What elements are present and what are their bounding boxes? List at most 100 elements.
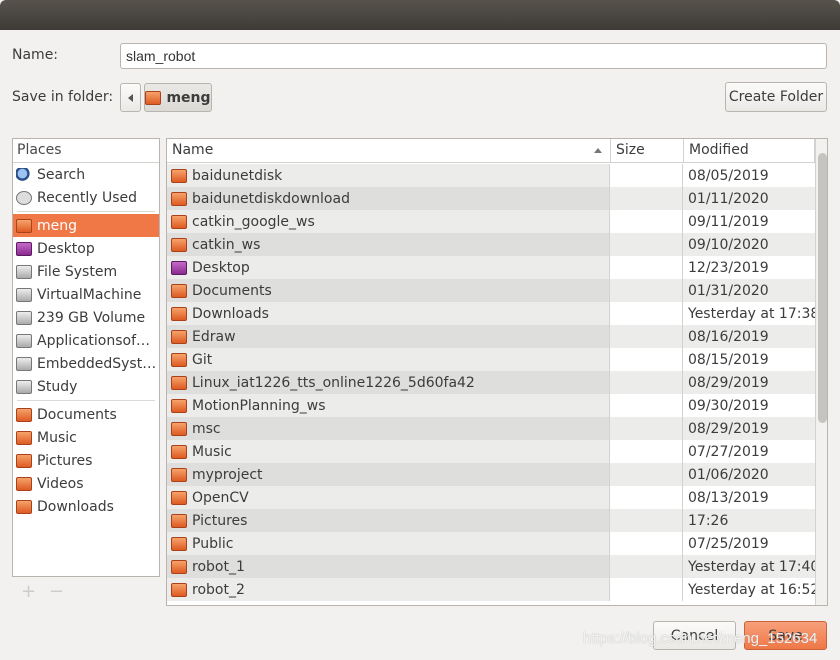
file-row[interactable]: Pictures 17:26 [167, 509, 815, 532]
file-size-cell [610, 187, 683, 210]
file-size-cell [610, 164, 683, 187]
places-item[interactable]: EmbeddedSyst… [13, 352, 159, 375]
downloads-folder-icon [16, 499, 32, 514]
path-back-button[interactable] [120, 83, 141, 112]
file-modified-cell: 09/30/2019 [683, 394, 815, 417]
path-crumb-meng[interactable]: meng [144, 83, 212, 112]
file-name: Edraw [192, 328, 236, 345]
chevron-left-icon [128, 93, 133, 102]
documents-folder-icon [16, 407, 32, 422]
file-name: Git [192, 351, 213, 368]
file-row[interactable]: msc 08/29/2019 [167, 417, 815, 440]
file-size-cell [610, 440, 683, 463]
file-row[interactable]: MotionPlanning_ws 09/30/2019 [167, 394, 815, 417]
column-header-modified[interactable]: Modified [684, 139, 815, 163]
places-item-label: VirtualMachine [37, 286, 142, 303]
folder-icon [171, 191, 187, 206]
file-size-cell [610, 532, 683, 555]
folder-icon [171, 214, 187, 229]
file-row[interactable]: Documents 01/31/2020 [167, 279, 815, 302]
file-modified-cell: 09/11/2019 [683, 210, 815, 233]
places-item[interactable]: Pictures [13, 449, 159, 472]
file-name: robot_2 [192, 581, 245, 598]
file-row[interactable]: Downloads Yesterday at 17:38 [167, 302, 819, 325]
places-item-label: Recently Used [37, 189, 138, 206]
places-item-label: Pictures [37, 452, 93, 469]
file-modified-cell: 08/05/2019 [683, 164, 815, 187]
folder-icon [171, 582, 187, 597]
file-name-cell: Git [167, 348, 610, 371]
file-modified-cell: 09/10/2020 [683, 233, 815, 256]
places-item[interactable]: Music [13, 426, 159, 449]
places-item-label: Videos [37, 475, 84, 492]
file-size-cell [610, 279, 683, 302]
places-item[interactable]: Search [13, 163, 159, 186]
places-item[interactable]: Desktop [13, 237, 159, 260]
file-size-cell [610, 578, 683, 601]
places-item[interactable]: File System [13, 260, 159, 283]
name-input[interactable] [120, 43, 827, 69]
column-header-name[interactable]: Name [167, 139, 611, 163]
file-row[interactable]: catkin_google_ws 09/11/2019 [167, 210, 815, 233]
create-folder-button[interactable]: Create Folder [725, 82, 827, 112]
file-name-cell: Documents [167, 279, 610, 302]
file-modified-cell: Yesterday at 16:52 [683, 578, 819, 601]
folder-icon [171, 375, 187, 390]
file-row[interactable]: catkin_ws 09/10/2020 [167, 233, 815, 256]
add-bookmark-button[interactable]: + [21, 581, 36, 602]
places-item[interactable]: 239 GB Volume [13, 306, 159, 329]
file-row[interactable]: Edraw 08/16/2019 [167, 325, 815, 348]
file-row[interactable]: baidunetdisk 08/05/2019 [167, 164, 815, 187]
file-name: Desktop [192, 259, 250, 276]
places-item[interactable]: Applicationsof… [13, 329, 159, 352]
home-folder-icon [16, 218, 32, 233]
folder-icon [171, 352, 187, 367]
drive-icon [16, 379, 32, 394]
file-size-cell [610, 210, 683, 233]
file-name: OpenCV [192, 489, 249, 506]
places-item[interactable]: meng [13, 214, 159, 237]
file-row[interactable]: Music 07/27/2019 [167, 440, 815, 463]
folder-icon [171, 283, 187, 298]
places-item[interactable]: VirtualMachine [13, 283, 159, 306]
places-item-label: meng [37, 217, 78, 234]
scrollbar[interactable] [815, 139, 827, 605]
places-item[interactable]: Downloads [13, 495, 159, 518]
file-name-cell: catkin_ws [167, 233, 610, 256]
remove-bookmark-button[interactable]: − [49, 581, 64, 602]
file-row[interactable]: Git 08/15/2019 [167, 348, 815, 371]
file-name: robot_1 [192, 558, 245, 575]
places-item[interactable]: Videos [13, 472, 159, 495]
file-row[interactable]: Linux_iat1226_tts_online1226_5d60fa42 08/… [167, 371, 815, 394]
folder-icon [171, 306, 187, 321]
file-name: Pictures [192, 512, 248, 529]
file-row[interactable]: robot_1 Yesterday at 17:40 [167, 555, 819, 578]
file-size-cell [610, 256, 683, 279]
places-item-label: Study [37, 378, 78, 395]
file-modified-cell: 07/27/2019 [683, 440, 815, 463]
file-name: MotionPlanning_ws [192, 397, 326, 414]
places-item-label: Downloads [37, 498, 114, 515]
file-row[interactable]: myproject 01/06/2020 [167, 463, 815, 486]
file-name-cell: MotionPlanning_ws [167, 394, 610, 417]
places-item[interactable]: Recently Used [13, 186, 159, 209]
places-item[interactable]: Study [13, 375, 159, 398]
file-name: catkin_ws [192, 236, 261, 253]
file-name: msc [192, 420, 221, 437]
file-list: Name Size Modified baidunetdisk 08/05/201… [166, 138, 828, 606]
folder-icon [171, 168, 187, 183]
folder-icon [171, 398, 187, 413]
file-modified-cell: Yesterday at 17:40 [683, 555, 819, 578]
file-row[interactable]: Public 07/25/2019 [167, 532, 815, 555]
drive-icon [16, 264, 32, 279]
file-name-cell: Music [167, 440, 610, 463]
file-row[interactable]: robot_2 Yesterday at 16:52 [167, 578, 819, 601]
column-header-size[interactable]: Size [611, 139, 684, 163]
file-row[interactable]: Desktop 12/23/2019 [167, 256, 815, 279]
file-row[interactable]: OpenCV 08/13/2019 [167, 486, 815, 509]
scrollbar-thumb[interactable] [818, 153, 827, 423]
crumb-label: meng [166, 89, 211, 106]
file-row[interactable]: baidunetdiskdownload 01/11/2020 [167, 187, 815, 210]
places-item[interactable]: Documents [13, 403, 159, 426]
desktop-icon [16, 241, 32, 256]
